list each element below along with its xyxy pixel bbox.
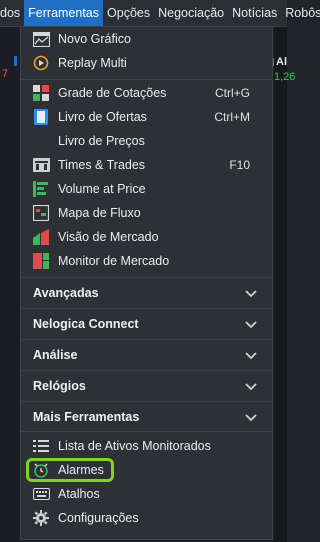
times-trades-icon: [32, 156, 50, 174]
section-analise[interactable]: Análise: [21, 339, 272, 370]
separator: [21, 79, 272, 80]
menu-item-negociacao[interactable]: Negociação: [154, 0, 228, 26]
section-nelogica-connect[interactable]: Nelogica Connect: [21, 308, 272, 339]
volume-icon: [32, 180, 50, 198]
list-icon: [32, 437, 50, 455]
menu-label: Configurações: [58, 511, 139, 525]
menu-label: Livro de Ofertas: [58, 110, 147, 124]
grid-icon: [32, 84, 50, 102]
section-label: Mais Ferramentas: [33, 410, 140, 424]
menu-label: Volume at Price: [58, 182, 146, 196]
section-mais-ferramentas[interactable]: Mais Ferramentas: [21, 401, 272, 432]
alarmes-highlight-box: [26, 458, 114, 482]
menu-item-dos[interactable]: dos: [0, 0, 24, 26]
section-relogios[interactable]: Relógios: [21, 370, 272, 401]
menu-label: Atalhos: [58, 487, 100, 501]
separator: [21, 431, 272, 432]
right-ticker-value: 1,26: [274, 71, 296, 83]
menu-item-noticias[interactable]: Notícias: [228, 0, 281, 26]
right-panel: [274, 27, 287, 542]
menu-visao-de-mercado[interactable]: Visão de Mercado: [21, 225, 272, 249]
right-ticker-symbol: Al: [276, 56, 287, 68]
menu-label: Visão de Mercado: [58, 230, 159, 244]
menu-item-ferramentas[interactable]: Ferramentas: [24, 0, 104, 26]
menu-livro-de-precos[interactable]: Livro de Preços: [21, 129, 272, 153]
market-view-icon: [32, 228, 50, 246]
menu-label: Novo Gráfico: [58, 32, 131, 46]
chevron-down-icon: [245, 321, 257, 329]
market-monitor-icon: [32, 252, 50, 270]
menu-label: Livro de Preços: [58, 134, 145, 148]
section-avancadas[interactable]: Avançadas: [21, 277, 272, 308]
menu-grade-de-cotacoes[interactable]: Grade de Cotações Ctrl+G: [21, 81, 272, 105]
menu-mapa-de-fluxo[interactable]: Mapa de Fluxo: [21, 201, 272, 225]
menu-label: Monitor de Mercado: [58, 254, 170, 268]
keyboard-icon: [32, 485, 50, 503]
menu-label: Replay Multi: [58, 56, 127, 70]
chevron-down-icon: [245, 414, 257, 422]
ferramentas-dropdown: Novo Gráfico Replay Multi Grade de Cotaç…: [20, 26, 273, 540]
menu-livro-de-ofertas[interactable]: Livro de Ofertas Ctrl+M: [21, 105, 272, 129]
menu-bar: dos Ferramentas Opções Negociação Notíci…: [0, 0, 320, 27]
section-label: Relógios: [33, 379, 86, 393]
replay-icon: [32, 54, 50, 72]
book-icon: [32, 108, 50, 126]
menu-monitor-de-mercado[interactable]: Monitor de Mercado: [21, 249, 272, 273]
menu-novo-grafico[interactable]: Novo Gráfico: [21, 27, 272, 51]
left-ticker-value: 7: [2, 68, 9, 80]
menu-configuracoes[interactable]: Configurações: [21, 506, 272, 530]
chart-icon: [32, 30, 50, 48]
shortcut-label: F10: [229, 158, 250, 172]
menu-label: Lista de Ativos Monitorados: [58, 439, 211, 453]
menu-label: Times & Trades: [58, 158, 146, 172]
menu-item-robos[interactable]: Robôs: [281, 0, 320, 26]
gear-icon: [32, 509, 50, 527]
menu-lista-de-ativos-monitorados[interactable]: Lista de Ativos Monitorados: [21, 434, 272, 458]
menu-times-trades[interactable]: Times & Trades F10: [21, 153, 272, 177]
shortcut-label: Ctrl+G: [214, 86, 250, 100]
menu-replay-multi[interactable]: Replay Multi: [21, 51, 272, 75]
chevron-down-icon: [245, 352, 257, 360]
section-label: Avançadas: [33, 286, 99, 300]
left-panel: [0, 27, 19, 542]
flow-map-icon: [32, 204, 50, 222]
section-label: Análise: [33, 348, 78, 362]
section-label: Nelogica Connect: [33, 317, 139, 331]
chevron-down-icon: [245, 383, 257, 391]
menu-label: Mapa de Fluxo: [58, 206, 141, 220]
menu-label: Grade de Cotações: [58, 86, 167, 100]
left-accent-bar: [14, 56, 17, 66]
chevron-down-icon: [245, 290, 257, 298]
shortcut-label: Ctrl+M: [214, 110, 250, 124]
menu-item-opcoes[interactable]: Opções: [103, 0, 154, 26]
menu-atalhos[interactable]: Atalhos: [21, 482, 272, 506]
menu-volume-at-price[interactable]: Volume at Price: [21, 177, 272, 201]
